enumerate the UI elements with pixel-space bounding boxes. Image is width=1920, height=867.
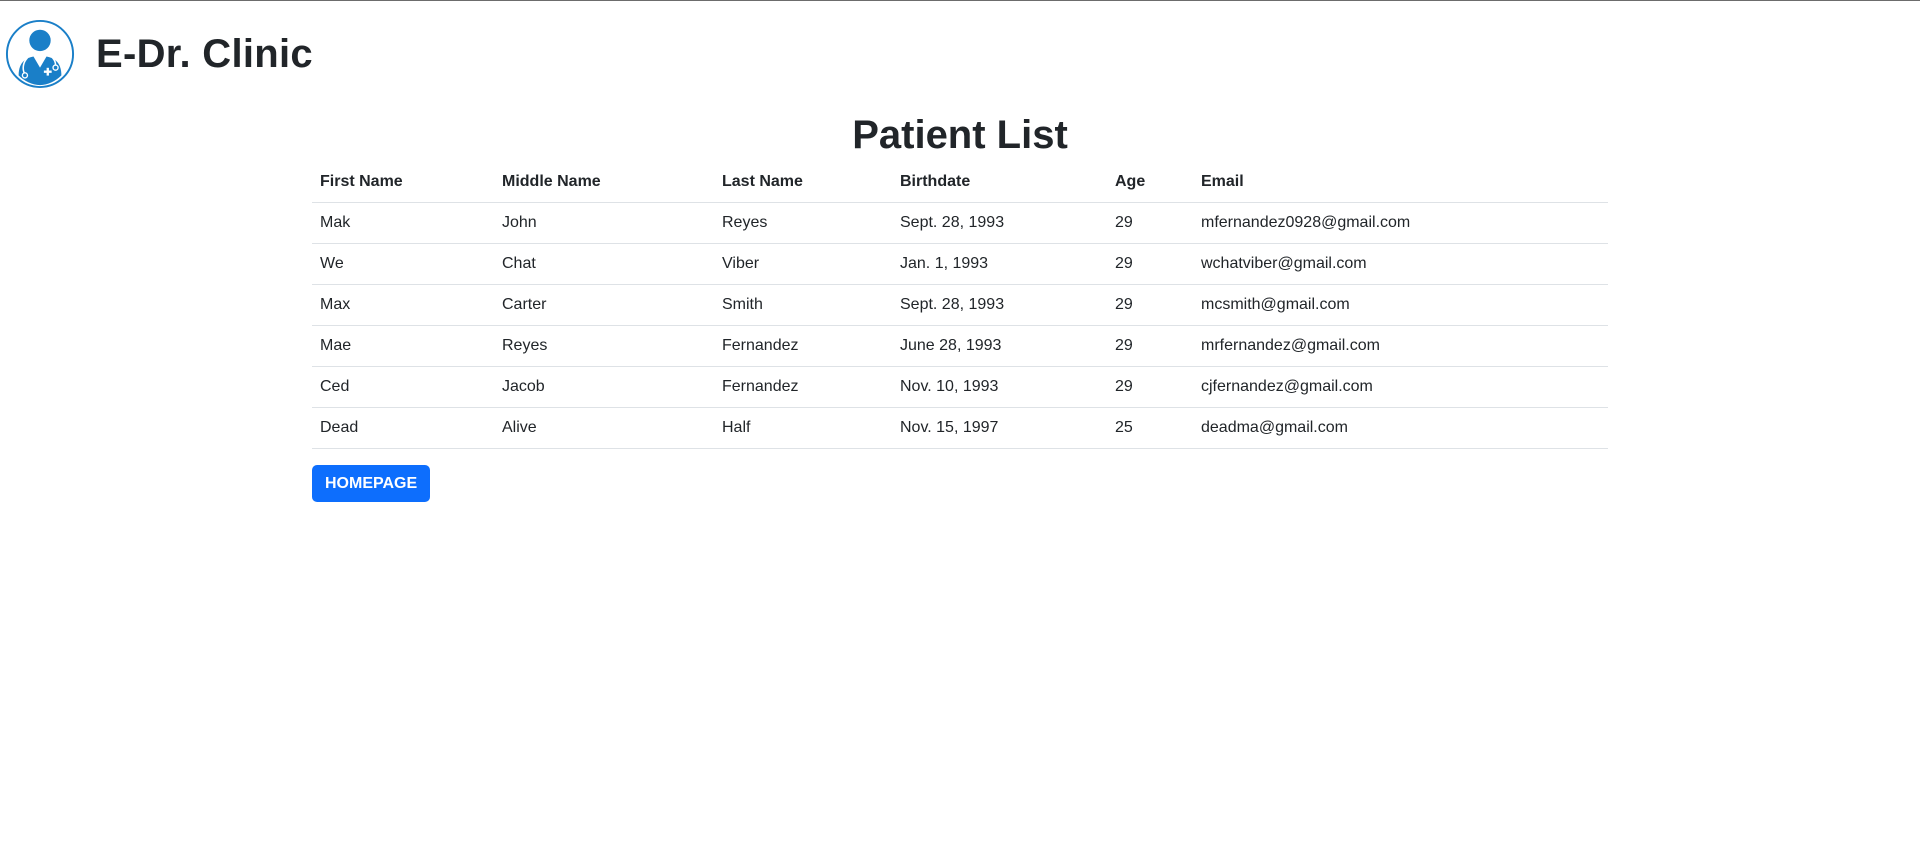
cell-middle-name: Carter	[494, 284, 714, 326]
cell-last-name: Viber	[714, 243, 892, 285]
cell-middle-name: Reyes	[494, 325, 714, 367]
cell-email: mrfernandez@gmail.com	[1193, 325, 1608, 367]
page-title: Patient List	[852, 113, 1068, 157]
page: E-Dr. Clinic Patient List First Name Mid…	[0, 0, 1920, 867]
patient-table: First Name Middle Name Last Name Birthda…	[312, 161, 1608, 449]
cell-birthdate: June 28, 1993	[892, 325, 1107, 367]
cell-age: 25	[1107, 407, 1193, 449]
table-row: Dead Alive Half Nov. 15, 1997 25 deadma@…	[312, 407, 1608, 449]
column-header-age: Age	[1107, 161, 1193, 203]
cell-first-name: Dead	[312, 407, 494, 449]
cell-email: mcsmith@gmail.com	[1193, 284, 1608, 326]
cell-age: 29	[1107, 202, 1193, 244]
brand[interactable]: E-Dr. Clinic	[5, 19, 313, 89]
cell-email: mfernandez0928@gmail.com	[1193, 202, 1608, 244]
column-header-birthdate: Birthdate	[892, 161, 1107, 203]
cell-last-name: Fernandez	[714, 325, 892, 367]
column-header-email: Email	[1193, 161, 1608, 203]
cell-age: 29	[1107, 366, 1193, 408]
cell-birthdate: Sept. 28, 1993	[892, 284, 1107, 326]
table-row: We Chat Viber Jan. 1, 1993 29 wchatviber…	[312, 243, 1608, 285]
column-header-last-name: Last Name	[714, 161, 892, 203]
table-row: Mae Reyes Fernandez June 28, 1993 29 mrf…	[312, 325, 1608, 367]
cell-email: wchatviber@gmail.com	[1193, 243, 1608, 285]
cell-last-name: Reyes	[714, 202, 892, 244]
cell-email: deadma@gmail.com	[1193, 407, 1608, 449]
cell-age: 29	[1107, 325, 1193, 367]
cell-middle-name: John	[494, 202, 714, 244]
cell-first-name: We	[312, 243, 494, 285]
cell-email: cjfernandez@gmail.com	[1193, 366, 1608, 408]
cell-middle-name: Jacob	[494, 366, 714, 408]
table-header-row: First Name Middle Name Last Name Birthda…	[312, 161, 1608, 203]
cell-first-name: Max	[312, 284, 494, 326]
cell-last-name: Half	[714, 407, 892, 449]
cell-first-name: Mak	[312, 202, 494, 244]
cell-first-name: Ced	[312, 366, 494, 408]
doctor-avatar-icon	[5, 19, 75, 89]
homepage-button[interactable]: HOMEPAGE	[312, 465, 431, 502]
brand-title: E-Dr. Clinic	[96, 31, 313, 76]
main-content: Patient List First Name Middle Name Last…	[312, 109, 1608, 502]
cell-middle-name: Chat	[494, 243, 714, 285]
cell-birthdate: Nov. 15, 1997	[892, 407, 1107, 449]
cell-middle-name: Alive	[494, 407, 714, 449]
table-row: Mak John Reyes Sept. 28, 1993 29 mfernan…	[312, 202, 1608, 244]
column-header-middle-name: Middle Name	[494, 161, 714, 203]
table-row: Max Carter Smith Sept. 28, 1993 29 mcsmi…	[312, 284, 1608, 326]
table-row: Ced Jacob Fernandez Nov. 10, 1993 29 cjf…	[312, 366, 1608, 408]
cell-birthdate: Sept. 28, 1993	[892, 202, 1107, 244]
cell-last-name: Fernandez	[714, 366, 892, 408]
cell-first-name: Mae	[312, 325, 494, 367]
cell-birthdate: Nov. 10, 1993	[892, 366, 1107, 408]
cell-last-name: Smith	[714, 284, 892, 326]
column-header-first-name: First Name	[312, 161, 494, 203]
cell-age: 29	[1107, 284, 1193, 326]
cell-birthdate: Jan. 1, 1993	[892, 243, 1107, 285]
cell-age: 29	[1107, 243, 1193, 285]
